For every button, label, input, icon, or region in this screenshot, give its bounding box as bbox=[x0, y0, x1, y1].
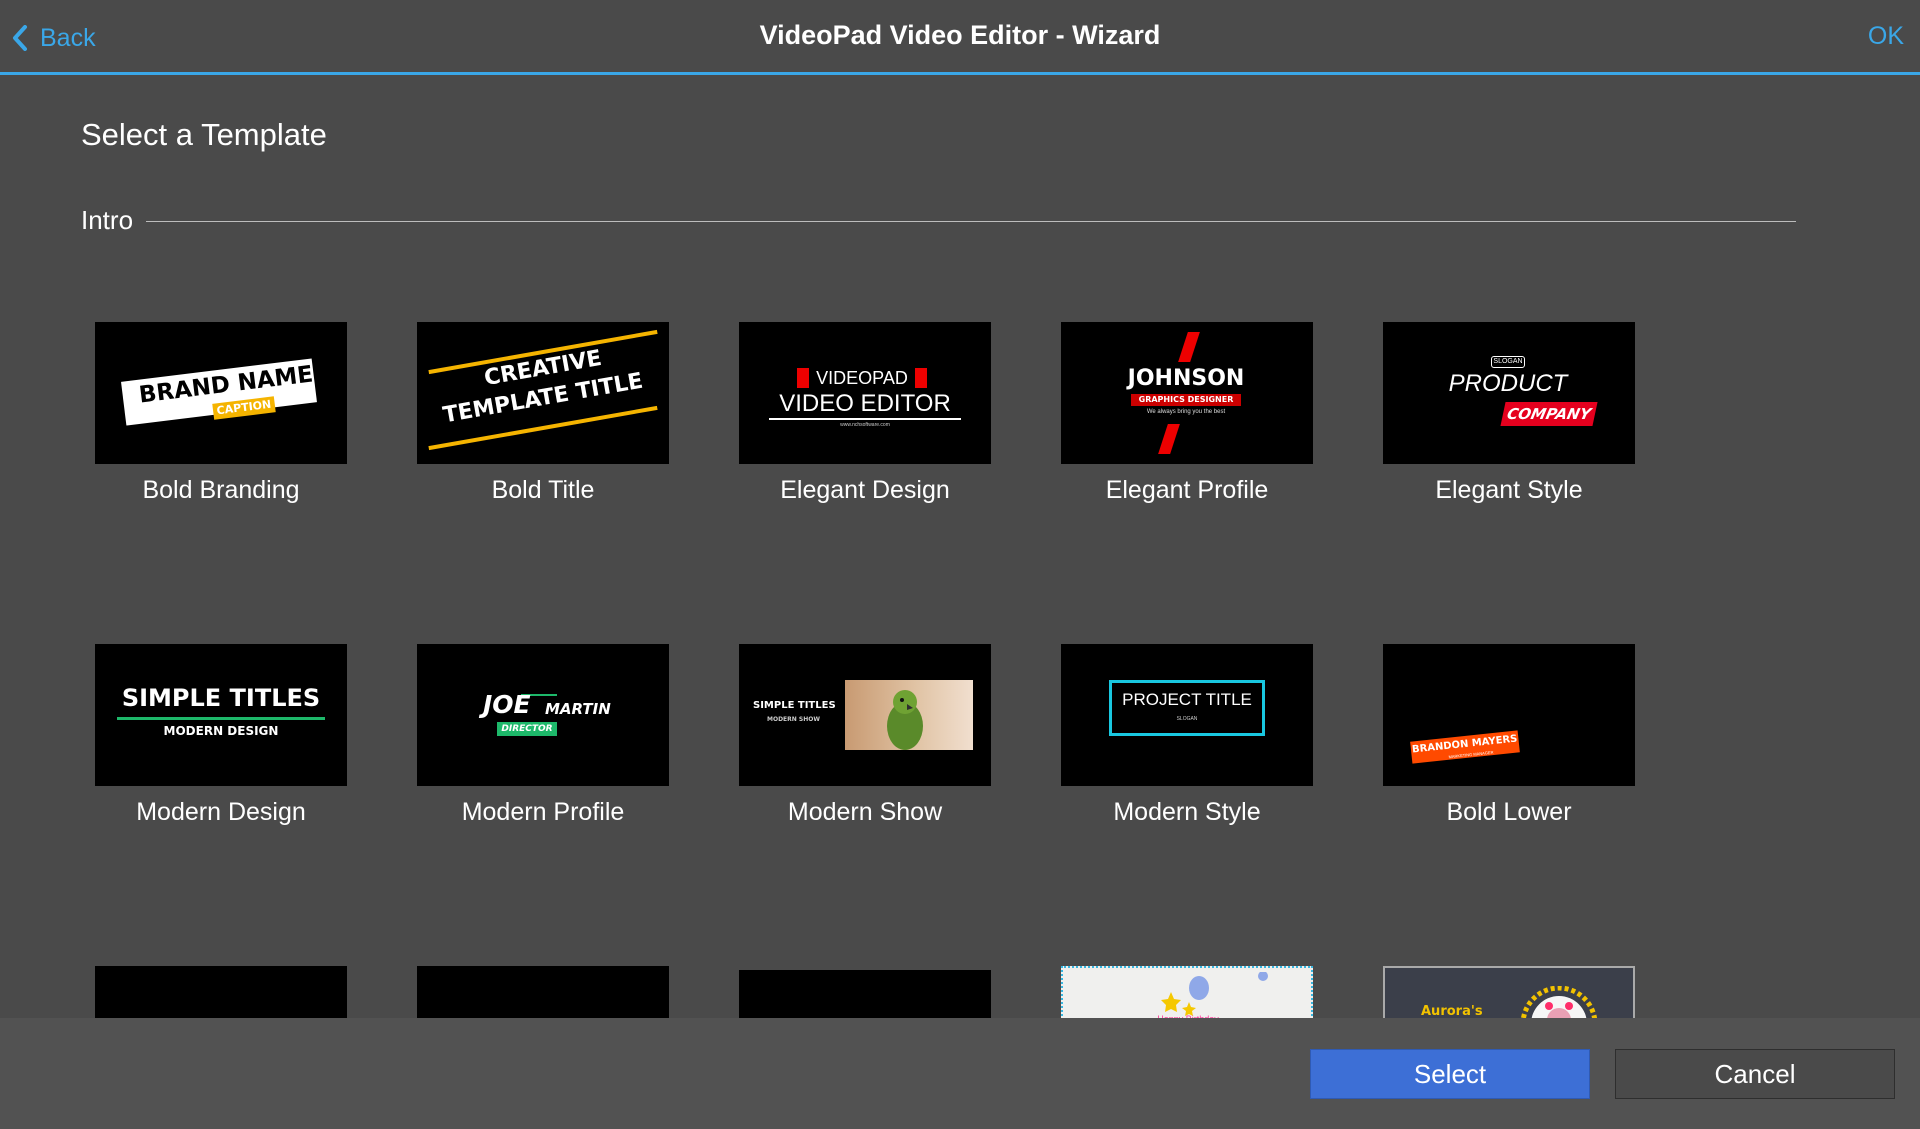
group-label-intro: Intro bbox=[81, 205, 134, 235]
template-modern-design[interactable]: SIMPLE TITLES MODERN DESIGN Modern Desig… bbox=[95, 644, 347, 827]
title-bar: Back VideoPad Video Editor - Wizard OK bbox=[0, 0, 1920, 75]
thumb-text: BRANDON MAYERS bbox=[1410, 730, 1520, 764]
thumb-text: JOHNSON bbox=[1127, 366, 1245, 391]
thumb-text: MARTIN bbox=[545, 700, 611, 718]
template-bold-title[interactable]: CREATIVE TEMPLATE TITLE Bold Title bbox=[417, 322, 669, 505]
template-thumbnail: PROJECT TITLE SLOGAN bbox=[1061, 644, 1313, 786]
template-label: Bold Title bbox=[491, 476, 595, 504]
dialog-footer: Select Cancel bbox=[0, 1018, 1920, 1129]
thumb-accent bbox=[1158, 424, 1180, 454]
template-bold-branding[interactable]: BRAND NAME CAPTION Bold Branding bbox=[95, 322, 347, 505]
template-label: Bold Lower bbox=[1446, 798, 1572, 826]
template-thumbnail: JOHNSON GRAPHICS DESIGNER We always brin… bbox=[1061, 322, 1313, 464]
template-thumbnail: JOE MARTIN DIRECTOR bbox=[417, 644, 669, 786]
ok-button[interactable]: OK bbox=[1868, 22, 1904, 51]
template-modern-profile[interactable]: JOE MARTIN DIRECTOR Modern Profile bbox=[417, 644, 669, 827]
thumb-text: www.nchsoftware.com bbox=[840, 422, 890, 428]
balloon-icon bbox=[1161, 972, 1268, 1016]
thumb-accent bbox=[797, 368, 809, 388]
template-modern-style[interactable]: PROJECT TITLE SLOGAN Modern Style bbox=[1061, 644, 1313, 827]
template-elegant-style[interactable]: SLOGAN PRODUCT COMPANY Elegant Style bbox=[1383, 322, 1635, 505]
thumb-text: PROJECT TITLE bbox=[1122, 690, 1252, 709]
template-modern-show[interactable]: SIMPLE TITLES MODERN SHOW Modern Show bbox=[739, 644, 991, 827]
thumb-text: SIMPLE TITLES bbox=[753, 700, 836, 711]
thumb-text: COMPANY bbox=[1500, 402, 1598, 426]
template-thumbnail: SIMPLE TITLES MODERN SHOW bbox=[739, 644, 991, 786]
template-label: Elegant Profile bbox=[1105, 476, 1269, 504]
thumb-text: JOE bbox=[483, 690, 531, 719]
template-label: Elegant Design bbox=[780, 476, 950, 504]
thumb-text: SLOGAN bbox=[1176, 716, 1198, 722]
template-label: Modern Show bbox=[787, 798, 943, 826]
template-thumbnail: VIDEOPAD VIDEO EDITOR www.nchsoftware.co… bbox=[739, 322, 991, 464]
parrot-icon bbox=[887, 690, 923, 750]
thumb-text: GRAPHICS DESIGNER bbox=[1131, 394, 1241, 406]
thumb-text: PRODUCT bbox=[1448, 370, 1568, 397]
group-divider bbox=[146, 221, 1796, 222]
thumb-stripe bbox=[117, 717, 325, 720]
thumb-text: Aurora's bbox=[1421, 1004, 1483, 1019]
thumb-text: We always bring you the best bbox=[1146, 409, 1226, 415]
template-label: Modern Profile bbox=[461, 798, 625, 826]
template-thumbnail: BRAND NAME CAPTION bbox=[95, 322, 347, 464]
thumb-text: VIDEOPAD bbox=[816, 368, 908, 388]
template-elegant-profile[interactable]: JOHNSON GRAPHICS DESIGNER We always brin… bbox=[1061, 322, 1313, 505]
template-label: Elegant Style bbox=[1435, 476, 1583, 504]
cancel-button[interactable]: Cancel bbox=[1615, 1049, 1895, 1099]
template-bold-lower[interactable]: BRANDON MAYERS MARKETING MANAGER Bold Lo… bbox=[1383, 644, 1635, 827]
template-label: Modern Style bbox=[1113, 798, 1261, 826]
thumb-text: VIDEO EDITOR bbox=[769, 390, 961, 420]
template-thumbnail: CREATIVE TEMPLATE TITLE bbox=[417, 322, 669, 464]
template-thumbnail: SIMPLE TITLES MODERN DESIGN bbox=[95, 644, 347, 786]
template-label: Modern Design bbox=[136, 798, 306, 826]
thumb-text: SLOGAN bbox=[1491, 356, 1525, 368]
template-thumbnail: BRANDON MAYERS MARKETING MANAGER bbox=[1383, 644, 1635, 786]
template-thumbnail: SLOGAN PRODUCT COMPANY bbox=[1383, 322, 1635, 464]
select-button[interactable]: Select bbox=[1310, 1049, 1590, 1099]
thumb-accent bbox=[915, 368, 927, 388]
thumb-text: SIMPLE TITLES bbox=[121, 684, 321, 712]
thumb-text: MODERN SHOW bbox=[767, 716, 820, 723]
page-title: Select a Template bbox=[81, 117, 327, 152]
thumb-text: MODERN DESIGN bbox=[163, 724, 279, 738]
template-elegant-design[interactable]: VIDEOPAD VIDEO EDITOR www.nchsoftware.co… bbox=[739, 322, 991, 505]
parrot-photo bbox=[845, 680, 973, 750]
thumb-accent bbox=[1178, 332, 1200, 362]
template-label: Bold Branding bbox=[142, 476, 300, 504]
thumb-text: DIRECTOR bbox=[497, 722, 557, 736]
window-title: VideoPad Video Editor - Wizard bbox=[759, 20, 1161, 50]
wizard-window: Back VideoPad Video Editor - Wizard OK S… bbox=[0, 0, 1920, 1129]
